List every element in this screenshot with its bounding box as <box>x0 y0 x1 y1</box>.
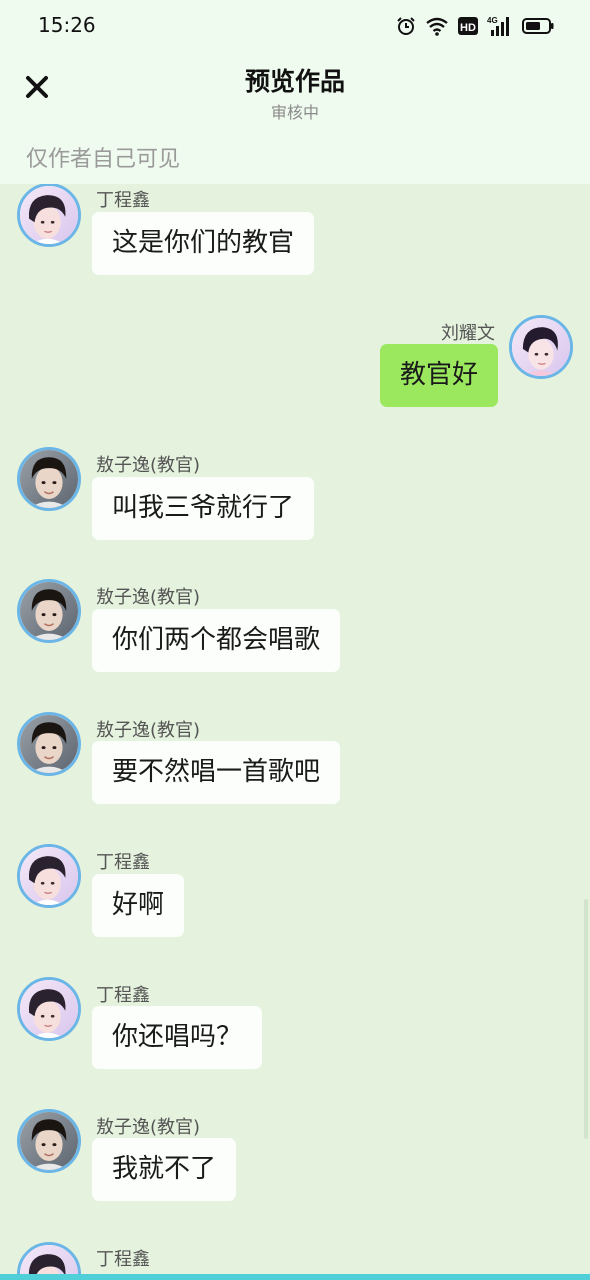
message-bubble[interactable]: 这是你们的教官 <box>92 212 315 275</box>
sender-name: 丁程鑫 <box>96 852 150 873</box>
bottom-bar <box>0 1274 590 1280</box>
message-bubble[interactable]: 你们两个都会唱歌 <box>92 609 341 672</box>
status-icons: HD 4G <box>396 14 554 38</box>
message-bubble[interactable]: 你还唱吗？ <box>92 1006 263 1069</box>
ding-avatar[interactable] <box>17 844 81 908</box>
review-status: 审核中 <box>270 103 319 122</box>
sender-name: 敖子逸(教官) <box>96 455 201 476</box>
svg-text:HD: HD <box>460 22 476 34</box>
ao-avatar[interactable] <box>17 447 81 511</box>
alarm-icon <box>396 16 416 36</box>
chat-area[interactable]: 丁程鑫 这是你们的教官 刘耀文 教官好 敖子逸(教官) 叫我三爷就行了 敖子逸(… <box>0 184 590 1280</box>
top-bar: 15:26 HD 4G 预览作品 审核中 仅作者自己可见 <box>0 0 590 184</box>
battery-icon <box>522 17 554 35</box>
ding-avatar[interactable] <box>17 184 81 247</box>
status-time: 15:26 <box>38 13 96 37</box>
hd-icon: HD <box>458 16 478 36</box>
message-bubble[interactable]: 叫我三爷就行了 <box>92 477 315 540</box>
sender-name: 丁程鑫 <box>96 985 150 1006</box>
ao-avatar[interactable] <box>17 1109 81 1173</box>
visibility-note: 仅作者自己可见 <box>26 147 181 172</box>
liu-avatar[interactable] <box>509 315 573 379</box>
sender-name: 刘耀文 <box>441 323 495 344</box>
sender-name: 敖子逸(教官) <box>96 720 201 741</box>
ao-avatar[interactable] <box>17 579 81 643</box>
4g-signal-icon: 4G <box>487 15 513 37</box>
ding-avatar[interactable] <box>17 977 81 1041</box>
status-bar: 15:26 HD 4G <box>0 0 590 52</box>
wifi-icon <box>425 16 449 36</box>
sender-name: 敖子逸(教官) <box>96 1117 201 1138</box>
sender-name: 丁程鑫 <box>96 1249 150 1270</box>
page-title: 预览作品 <box>244 67 345 96</box>
message-bubble[interactable]: 教官好 <box>379 344 498 407</box>
scrollbar[interactable] <box>584 899 588 1139</box>
message-bubble[interactable]: 好啊 <box>92 874 185 937</box>
svg-text:4G: 4G <box>487 16 498 25</box>
message-bubble[interactable]: 要不然唱一首歌吧 <box>92 741 341 804</box>
sender-name: 敖子逸(教官) <box>96 587 201 608</box>
sender-name: 丁程鑫 <box>96 190 150 211</box>
message-bubble[interactable]: 我就不了 <box>92 1138 237 1201</box>
ao-avatar[interactable] <box>17 712 81 776</box>
